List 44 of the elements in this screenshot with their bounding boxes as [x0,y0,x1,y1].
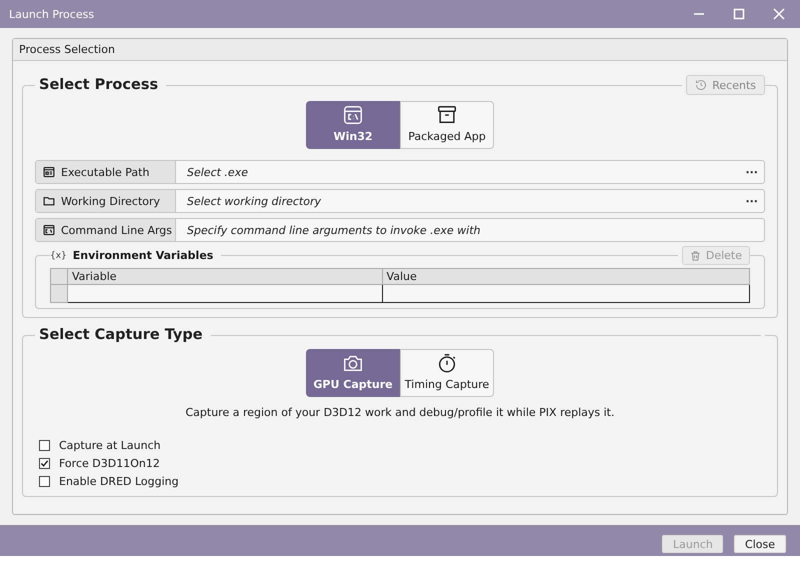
field-label: Working Directory [61,194,160,208]
checkbox[interactable] [39,440,50,451]
path-input[interactable]: Select .exe [176,161,740,183]
path-input[interactable]: Select working directory [176,190,740,212]
window-title: Launch Process [8,8,96,20]
checkbox-label: Enable DRED Logging [59,475,179,488]
table-cell[interactable] [382,284,750,302]
checkbox-label: Force D3D11On12 [59,457,160,470]
terminal-icon [43,224,55,236]
terminal-window-icon [342,104,364,126]
browse-button[interactable]: ··· [739,161,764,183]
section-title: Select Capture Type [38,327,204,343]
box-icon [436,104,458,126]
field-label: Executable Path [61,166,150,178]
path-input[interactable]: Specify command line arguments to invoke .exe with [176,219,764,241]
table-cell[interactable] [68,284,382,302]
column-header[interactable]: Value [382,268,750,284]
history-icon [695,79,708,91]
footer-button[interactable]: Close [734,535,786,553]
section-title: Select Process [38,77,160,93]
browse-button[interactable]: ··· [739,190,764,212]
trash-icon [690,250,701,262]
checkbox[interactable] [39,476,50,487]
checkbox[interactable] [39,458,50,469]
folder-icon [43,195,55,207]
segment-button[interactable]: Win32 [306,101,400,149]
field-label: Command Line Args [61,224,172,236]
checkbox-label: Capture at Launch [59,439,161,452]
segment-button[interactable]: Timing Capture [400,349,494,397]
close-icon[interactable] [773,8,785,20]
maximize-icon[interactable] [733,8,745,20]
column-header[interactable]: Variable [68,268,382,284]
panel-title: Process Selection [19,43,115,56]
segment-button[interactable]: Packaged App [400,101,494,149]
variable-icon: {x} [50,250,67,260]
segment-button[interactable]: GPU Capture [306,349,400,397]
check-icon [40,459,49,468]
stopwatch-icon [436,352,458,374]
path-field[interactable]: Executable Path Select .exe ··· [35,160,765,184]
description-text: Capture a region of your D3D12 work and debug/profile it while PIX replays it. [184,406,616,419]
path-field[interactable]: Command Line Args Specify command line arguments to invoke .exe with [35,218,765,242]
path-field[interactable]: Working Directory Select working directory ··· [35,189,765,213]
window-icon [43,166,55,178]
section-title: Environment Variables [72,249,214,262]
